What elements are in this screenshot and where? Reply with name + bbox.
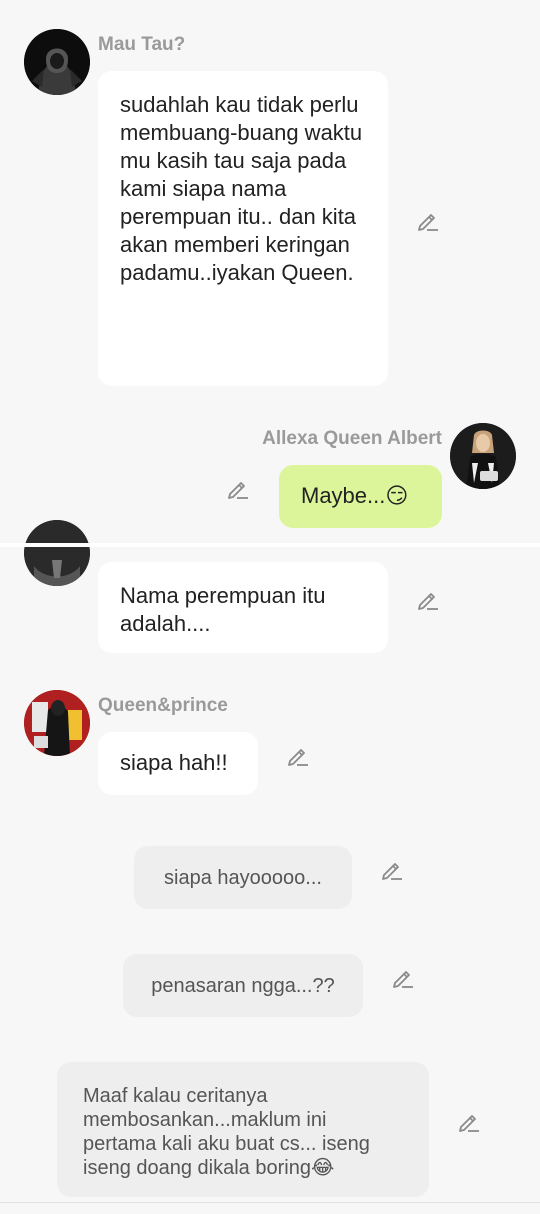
narration-text: siapa hayooooo... [164,867,322,889]
section-divider-top [0,543,540,547]
avatar-allexa[interactable] [450,423,516,489]
message-bubble[interactable]: Nama perempuan itu adalah.... [98,562,388,653]
narration-bubble[interactable]: Maaf kalau ceritanya membosankan...maklu… [57,1062,429,1197]
message-text: siapa hah!! [120,750,228,775]
narration-bubble[interactable]: siapa hayooooo... [134,846,352,909]
pencil-icon[interactable] [457,1110,481,1134]
pencil-icon[interactable] [416,588,440,612]
message-bubble[interactable]: siapa hah!! [98,732,258,795]
narration-text: Maaf kalau ceritanya membosankan...maklu… [83,1085,370,1179]
avatar-queen-prince[interactable] [24,690,90,756]
bottom-divider [0,1202,540,1203]
couple-avatar-icon [24,690,90,756]
sender-name: Mau Tau? [98,34,186,55]
message-text: Maybe...😏 [301,483,409,508]
message-bubble[interactable]: sudahlah kau tidak perlu membuang-buang … [98,71,388,386]
pencil-icon[interactable] [416,209,440,233]
pencil-icon[interactable] [226,477,250,501]
woman-avatar-icon [450,423,516,489]
avatar-partial[interactable] [24,520,90,586]
message-bubble[interactable]: Maybe...😏 [279,465,442,528]
message-text: sudahlah kau tidak perlu membuang-buang … [120,92,363,285]
avatar-mau-tau[interactable] [24,29,90,95]
narration-bubble[interactable]: penasaran ngga...?? [123,954,363,1017]
pencil-icon[interactable] [286,744,310,768]
pencil-icon[interactable] [391,966,415,990]
hooded-figure-avatar-icon [24,29,90,95]
message-text: Nama perempuan itu adalah.... [120,583,326,636]
pencil-icon[interactable] [380,858,404,882]
partial-avatar-icon [24,520,90,586]
narration-text: penasaran ngga...?? [151,975,335,997]
sender-name: Queen&prince [98,695,228,716]
sender-name: Allexa Queen Albert [262,428,442,449]
